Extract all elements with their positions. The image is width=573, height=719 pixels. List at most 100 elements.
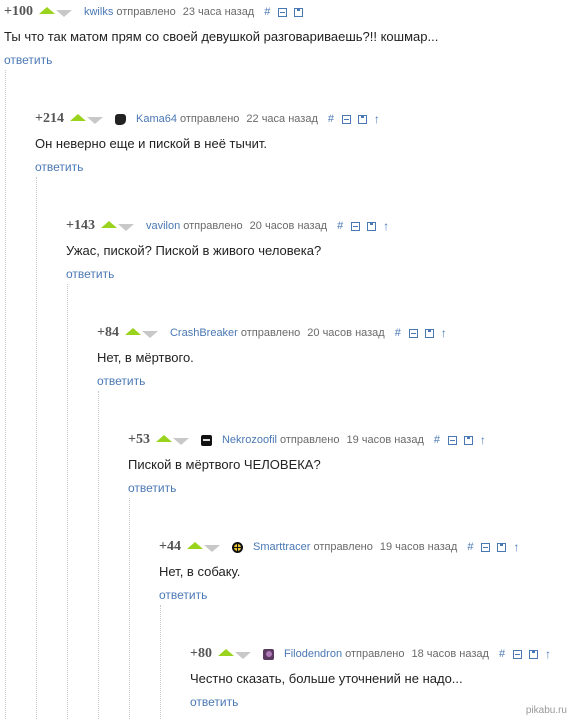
permalink-icon[interactable]: # [395, 327, 409, 339]
comment-header: +80 Filodendron отправлено 18 часов наза… [190, 646, 551, 662]
permalink-icon[interactable]: # [499, 648, 513, 660]
save-icon[interactable] [497, 542, 507, 552]
comment-posted-label: отправлено [240, 327, 301, 339]
collapse-icon[interactable] [447, 435, 457, 445]
thread-line [5, 70, 6, 719]
comment-author[interactable]: Kama64 [136, 113, 177, 125]
thread-line [160, 605, 161, 719]
vote-down-icon[interactable] [203, 545, 220, 552]
comment-time: 20 часов назад [307, 327, 385, 339]
vote-up-icon[interactable] [38, 7, 55, 14]
reply-link[interactable]: ответить [4, 53, 52, 67]
comment-posted-label: отправлено [345, 648, 405, 660]
parent-arrow-icon[interactable]: ↑ [383, 219, 389, 233]
parent-arrow-icon[interactable]: ↑ [374, 112, 380, 126]
comment-author[interactable]: kwilks [84, 6, 113, 18]
comment: +84 CrashBreaker отправлено 20 часов наз… [97, 325, 447, 390]
avatar[interactable] [231, 541, 243, 553]
avatar[interactable] [114, 113, 126, 125]
collapse-icon[interactable] [341, 114, 351, 124]
comment-rating: +100 [4, 4, 33, 19]
parent-arrow-icon[interactable]: ↑ [513, 540, 519, 554]
comment-header: +84 CrashBreaker отправлено 20 часов наз… [97, 325, 447, 341]
permalink-icon[interactable]: # [467, 541, 481, 553]
permalink-icon[interactable]: # [337, 220, 351, 232]
collapse-icon[interactable] [408, 328, 418, 338]
permalink-icon[interactable]: # [434, 434, 448, 446]
comment-tools: # ↑ [467, 540, 519, 554]
vote-down-icon[interactable] [86, 117, 103, 124]
vote-up-icon[interactable] [217, 649, 234, 656]
reply-link[interactable]: ответить [66, 267, 114, 281]
comment-tools: # ↑ [328, 112, 380, 126]
reply-link[interactable]: ответить [128, 481, 176, 495]
vote-up-icon[interactable] [186, 542, 203, 549]
permalink-icon[interactable]: # [328, 113, 342, 125]
comment-time: 19 часов назад [379, 541, 458, 553]
comment-rating: +214 [35, 111, 64, 126]
parent-arrow-icon[interactable]: ↑ [480, 433, 486, 447]
thread-line [67, 284, 68, 719]
comment-author[interactable]: vavilon [146, 220, 180, 232]
comment-time: 22 часа назад [246, 113, 318, 125]
comment-time: 20 часов назад [249, 220, 328, 232]
comment-posted-label: отправлено [116, 6, 176, 18]
collapse-icon[interactable] [278, 7, 288, 17]
save-icon[interactable] [424, 328, 434, 338]
parent-arrow-icon[interactable]: ↑ [545, 647, 551, 661]
comment-author[interactable]: CrashBreaker [170, 327, 238, 339]
comment: +80 Filodendron отправлено 18 часов наза… [190, 646, 551, 711]
avatar[interactable] [200, 434, 212, 446]
comment: +214 Kama64 отправлено 22 часа назад # ↑… [35, 111, 380, 176]
permalink-icon[interactable]: # [264, 6, 278, 18]
reply-link[interactable]: ответить [190, 695, 238, 709]
save-icon[interactable] [463, 435, 473, 445]
comment-header: +143 vavilon отправлено 20 часов назад #… [66, 218, 389, 234]
comment-tools: # ↑ [499, 647, 551, 661]
reply-link[interactable]: ответить [97, 374, 145, 388]
comment-author[interactable]: Filodendron [284, 648, 342, 660]
vote-up-icon[interactable] [100, 221, 117, 228]
comment-rating: +143 [66, 218, 95, 233]
vote-down-icon[interactable] [234, 652, 251, 659]
comment-tools: # [264, 6, 310, 18]
comment-author[interactable]: Nekrozoofil [222, 434, 277, 446]
comment: +143 vavilon отправлено 20 часов назад #… [66, 218, 389, 283]
vote-up-icon[interactable] [69, 114, 86, 121]
vote-down-icon[interactable] [172, 438, 189, 445]
comment-author[interactable]: Smarttracer [253, 541, 310, 553]
vote-down-icon[interactable] [117, 224, 134, 231]
collapse-icon[interactable] [481, 542, 491, 552]
comment-rating: +80 [190, 646, 212, 661]
comment: +100 kwilks отправлено 23 часа назад # Т… [4, 4, 438, 69]
reply-link[interactable]: ответить [159, 588, 207, 602]
comment-posted-label: отправлено [313, 541, 373, 553]
save-icon[interactable] [367, 221, 377, 231]
vote-down-icon[interactable] [55, 10, 72, 17]
vote-up-icon[interactable] [124, 328, 141, 335]
comment-tools: # ↑ [395, 326, 447, 340]
collapse-icon[interactable] [512, 649, 522, 659]
comment-text: Пиской в мёртвого ЧЕЛОВЕКА? [128, 457, 321, 472]
avatar-eyes [202, 438, 210, 441]
comment-header: +53 Nekrozoofil отправлено 19 часов наза… [128, 432, 486, 448]
save-icon[interactable] [357, 114, 367, 124]
thread-line [36, 177, 37, 719]
watermark: pikabu.ru [525, 705, 567, 716]
save-icon[interactable] [294, 7, 304, 17]
comment-text: Ты что так матом прям со своей девушкой … [4, 29, 439, 44]
vote-up-icon[interactable] [155, 435, 172, 442]
collapse-icon[interactable] [351, 221, 361, 231]
avatar-cross [231, 546, 243, 548]
reply-link[interactable]: ответить [35, 160, 83, 174]
save-icon[interactable] [528, 649, 538, 659]
vote-down-icon[interactable] [141, 331, 158, 338]
comment-posted-label: отправлено [179, 113, 240, 125]
comment-posted-label: отправлено [183, 220, 243, 232]
parent-arrow-icon[interactable]: ↑ [441, 326, 447, 340]
comment-time: 18 часов назад [411, 648, 489, 660]
comment-header: +100 kwilks отправлено 23 часа назад # [4, 4, 438, 20]
avatar[interactable] [262, 648, 274, 660]
comment-posted-label: отправлено [280, 434, 340, 446]
comment: +53 Nekrozoofil отправлено 19 часов наза… [128, 432, 486, 497]
